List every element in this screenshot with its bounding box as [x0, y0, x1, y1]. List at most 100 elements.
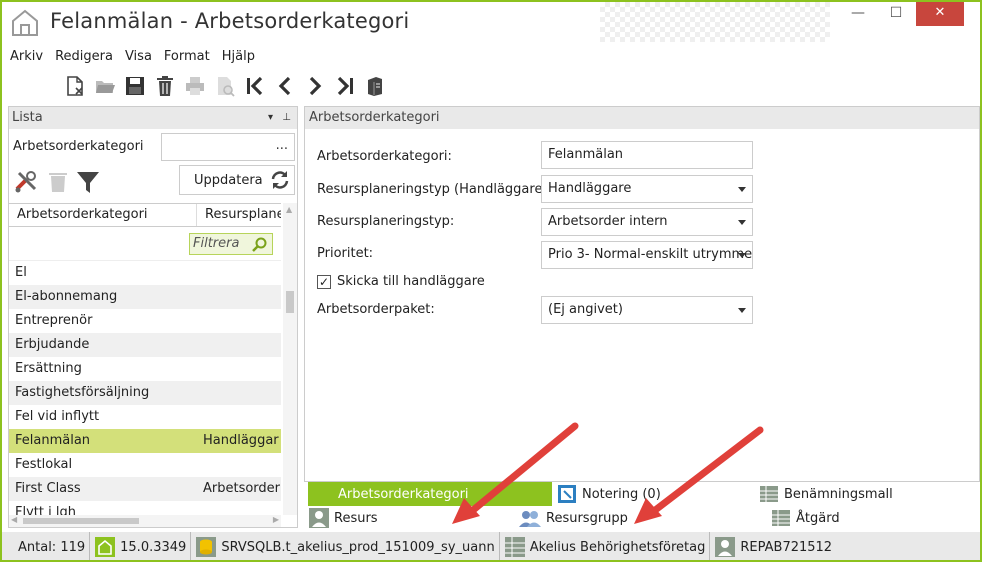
grid-col-category[interactable]: Arbetsorderkategori [9, 204, 197, 226]
last-record-button[interactable] [330, 72, 360, 100]
user-icon [309, 508, 329, 528]
tab-notering-label: Notering (0) [582, 486, 661, 502]
last-record-icon [337, 76, 353, 96]
category-filter-row: Arbetsorderkategori ... [9, 131, 299, 161]
tab-resurs[interactable]: Resurs [308, 506, 378, 530]
previous-record-button[interactable] [270, 72, 300, 100]
panel-pin-icon[interactable]: ⊥ [282, 107, 291, 129]
tab-atgard-label: Åtgärd [796, 510, 840, 526]
row-resource-cell: Handläggar [203, 433, 279, 448]
app-window: Felanmälan - Arbetsorderkategori — ☐ ✕ A… [0, 0, 982, 562]
resource-planning-select[interactable]: Arbetsorder intern [541, 208, 753, 236]
tab-arbetsorderkategori-label: Arbetsorderkategori [338, 486, 469, 502]
menu-visa[interactable]: Visa [121, 46, 156, 68]
category-filter-input[interactable]: ... [161, 133, 295, 161]
filter-funnel-icon[interactable] [75, 169, 101, 195]
first-record-icon [247, 76, 263, 96]
next-record-button[interactable] [300, 72, 330, 100]
table-row[interactable]: First Class Arbetsorder [9, 477, 281, 501]
menu-hjalp[interactable]: Hjälp [218, 46, 259, 68]
user-text: REPAB721512 [740, 539, 833, 555]
tab-benamningsmall[interactable]: Benämningsmall [758, 482, 893, 506]
priority-select[interactable]: Prio 3- Normal-enskilt utrymme [541, 241, 753, 269]
row-resource-cell [197, 261, 281, 285]
table-row[interactable]: El [9, 261, 281, 285]
category-field[interactable]: Felanmälan [541, 141, 753, 169]
close-button[interactable]: ✕ [916, 2, 964, 26]
table-row[interactable]: Entreprenör [9, 309, 281, 333]
table-row[interactable]: Fel vid inflytt [9, 405, 281, 429]
send-to-handler-checkbox[interactable]: ✓ [317, 275, 331, 289]
list-panel: Lista ▾ ⊥ Arbetsorderkategori ... Uppdat… [8, 106, 298, 528]
delete-filter-icon[interactable] [45, 169, 71, 195]
row-category-cell: Entreprenör [15, 313, 93, 328]
grid-filter-input[interactable]: Filtrera [189, 233, 273, 255]
tab-notering[interactable]: Notering (0) [556, 482, 661, 506]
minimize-button[interactable]: — [840, 2, 876, 26]
table-row[interactable]: Ersättning [9, 357, 281, 381]
table-row[interactable]: Felanmälan Handläggar [9, 429, 281, 453]
row-category-cell: Erbjudande [15, 337, 90, 352]
save-button[interactable] [120, 72, 150, 100]
next-record-icon [309, 76, 322, 96]
row-resource-cell [197, 285, 281, 309]
table-icon [760, 486, 778, 502]
vertical-scroll-thumb[interactable] [286, 291, 294, 313]
panel-dropdown-icon[interactable]: ▾ [268, 107, 273, 129]
row-resource-cell [197, 381, 281, 405]
table-row[interactable]: Erbjudande [9, 333, 281, 357]
house-logo-icon [12, 9, 38, 36]
delete-button[interactable] [150, 72, 180, 100]
tools-icon[interactable] [13, 169, 39, 195]
menu-format[interactable]: Format [160, 46, 214, 68]
horizontal-scroll-thumb[interactable] [23, 518, 139, 524]
scroll-left-icon[interactable]: ◀ [11, 515, 17, 524]
grid-vertical-scrollbar[interactable]: ▲ [283, 203, 297, 515]
maximize-button[interactable]: ☐ [878, 2, 914, 26]
menu-redigera[interactable]: Redigera [51, 46, 117, 68]
table-icon [504, 537, 525, 557]
tab-arbetsorderkategori[interactable]: Arbetsorderkategori [308, 482, 552, 506]
print-button[interactable] [180, 72, 210, 100]
scroll-right-icon[interactable]: ▶ [273, 515, 279, 524]
grid-col-resource[interactable]: Resursplane [197, 204, 281, 226]
detail-panel-title: Arbetsorderkategori [305, 107, 979, 129]
book-icon [368, 77, 382, 96]
tab-resursgrupp-label: Resursgrupp [546, 510, 628, 526]
window-title: Felanmälan - Arbetsorderkategori [50, 9, 410, 33]
update-button[interactable]: Uppdatera [179, 165, 295, 195]
menu-arkiv[interactable]: Arkiv [6, 46, 47, 68]
row-category-cell: Fastighetsförsäljning [15, 385, 150, 400]
tab-resurs-label: Resurs [334, 510, 378, 526]
detail-tabs: Arbetsorderkategori Notering (0) Benämni… [304, 482, 980, 530]
resource-planning-handler-label: Resursplaneringstyp (Handläggare): [317, 182, 552, 197]
tab-resursgrupp[interactable]: Resursgrupp [518, 506, 628, 530]
table-row[interactable]: Flytt i lgh [9, 501, 281, 515]
scroll-up-icon[interactable]: ▲ [286, 205, 292, 214]
table-row[interactable]: El-abonnemang [9, 285, 281, 309]
open-button[interactable] [90, 72, 120, 100]
category-filter-label: Arbetsorderkategori [13, 139, 144, 154]
record-count: Antal: 119 [2, 532, 91, 560]
work-order-package-select[interactable]: (Ej angivet) [541, 296, 753, 324]
tab-atgard[interactable]: Åtgärd [770, 506, 840, 530]
row-resource-cell [197, 309, 281, 333]
table-icon [772, 510, 790, 526]
table-row[interactable]: Fastighetsförsäljning [9, 381, 281, 405]
row-category-cell: Flytt i lgh [15, 505, 76, 515]
previous-record-icon [278, 76, 291, 96]
grid-horizontal-scrollbar[interactable]: ◀ ▶ [9, 515, 281, 527]
row-resource-cell [197, 357, 281, 381]
new-button[interactable] [60, 72, 90, 100]
first-record-button[interactable] [240, 72, 270, 100]
resource-planning-handler-select[interactable]: Handläggare [541, 175, 753, 203]
user-section: REPAB721512 [710, 532, 836, 560]
user-icon [715, 537, 736, 557]
table-row[interactable]: Festlokal [9, 453, 281, 477]
print-preview-button[interactable] [210, 72, 240, 100]
toolbar [60, 72, 390, 100]
grid-rows: El El-abonnemang Entreprenör Erbjudande Ersä… [9, 261, 281, 515]
database-icon [196, 537, 217, 557]
new-document-icon [67, 76, 83, 96]
book-button[interactable] [360, 72, 390, 100]
